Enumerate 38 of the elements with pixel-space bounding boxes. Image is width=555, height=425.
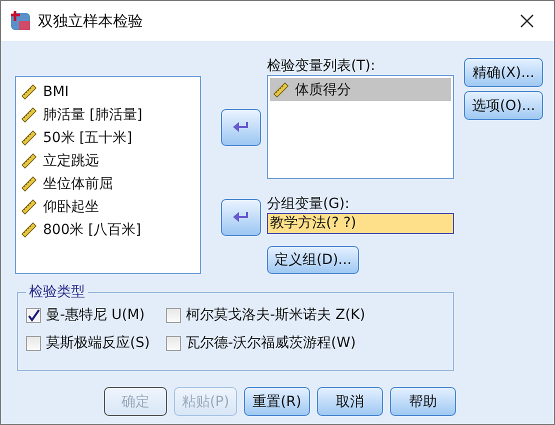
app-icon bbox=[10, 10, 32, 32]
variable-item[interactable]: 仰卧起坐 bbox=[18, 195, 198, 218]
variable-item[interactable]: 坐位体前屈 bbox=[18, 172, 198, 195]
option-button[interactable]: 精确(X)... bbox=[464, 58, 543, 87]
option-button[interactable]: 选项(O)... bbox=[464, 91, 543, 120]
arrow-left-icon bbox=[232, 210, 250, 224]
ruler-icon bbox=[21, 152, 37, 168]
ruler-icon bbox=[21, 222, 37, 238]
test-checkbox[interactable]: 莫斯极端反应(S) bbox=[26, 333, 166, 353]
dialog-button[interactable]: 重置(R) bbox=[244, 387, 310, 416]
variable-item[interactable]: 肺活量 [肺活量] bbox=[18, 103, 198, 126]
check-icon bbox=[27, 308, 40, 322]
window-title: 双独立样本检验 bbox=[38, 12, 144, 30]
variable-item[interactable]: 立定跳远 bbox=[18, 149, 198, 172]
variable-item[interactable]: BMI bbox=[18, 80, 198, 103]
ruler-icon bbox=[21, 176, 37, 192]
ruler-icon bbox=[21, 130, 37, 146]
define-groups-button[interactable]: 定义组(D)... bbox=[267, 246, 359, 274]
close-icon[interactable] bbox=[519, 13, 535, 29]
test-checkbox[interactable]: 柯尔莫戈洛夫-斯米诺夫 Z(K) bbox=[166, 305, 453, 325]
test-checkbox[interactable]: 瓦尔德-沃尔福威茨游程(W) bbox=[166, 333, 453, 353]
move-button[interactable] bbox=[221, 199, 261, 236]
ruler-icon bbox=[21, 106, 37, 122]
ruler-icon bbox=[273, 82, 289, 98]
variable-item[interactable]: 50米 [五十米] bbox=[18, 126, 198, 149]
variable-item[interactable]: 体质得分 bbox=[270, 78, 451, 101]
test-checkbox[interactable]: 曼-惠特尼 U(M) bbox=[26, 305, 166, 325]
grouping-variable-field[interactable]: 教学方法(? ?) bbox=[267, 213, 454, 234]
ruler-icon bbox=[21, 84, 37, 100]
arrow-left-icon bbox=[232, 120, 250, 134]
ruler-icon bbox=[21, 198, 37, 214]
grouping-variable-label: 分组变量(G): bbox=[267, 196, 350, 212]
dialog-button[interactable]: 取消 bbox=[317, 387, 383, 416]
test-variable-label: 检验变量列表(T): bbox=[267, 58, 376, 74]
variable-item[interactable]: 800米 [八百米] bbox=[18, 218, 198, 241]
move-button[interactable] bbox=[221, 109, 261, 146]
group-title: 检验类型 bbox=[26, 283, 88, 301]
dialog-button[interactable]: 帮助 bbox=[390, 387, 456, 416]
